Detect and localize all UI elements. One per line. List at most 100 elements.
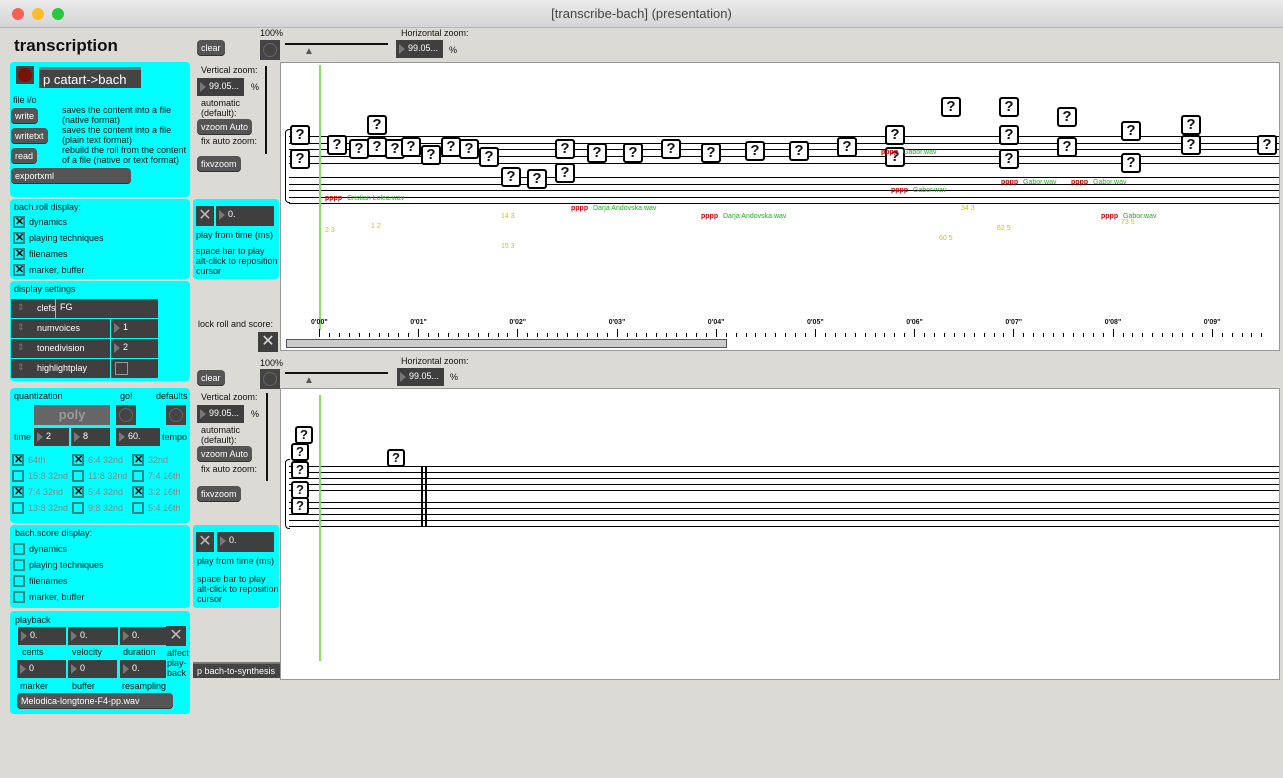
note-unknown-icon[interactable]: ? (459, 139, 479, 159)
note-unknown-icon[interactable]: ? (745, 141, 765, 161)
score-hzoom-slider[interactable] (285, 372, 388, 374)
note-unknown-icon[interactable]: ? (837, 137, 857, 157)
division-checkbox[interactable] (12, 502, 24, 514)
duration-number[interactable]: 0. (120, 627, 166, 645)
patcher-catart-bach[interactable]: p catart->bach (39, 67, 141, 88)
checkbox-playing-techniques[interactable] (13, 559, 25, 571)
note-unknown-icon[interactable]: ? (587, 143, 607, 163)
note-unknown-icon[interactable]: ? (1057, 137, 1077, 157)
note-unknown-icon[interactable]: ? (789, 141, 809, 161)
exportxml-button[interactable]: exportxml (11, 168, 131, 184)
note-unknown-icon[interactable]: ? (290, 125, 310, 145)
write-button[interactable]: write (11, 108, 39, 124)
writetxt-button[interactable]: writetxt (11, 128, 48, 144)
note-unknown-icon[interactable]: ? (701, 143, 721, 163)
note-unknown-icon[interactable]: ? (1181, 135, 1201, 155)
go-button[interactable] (116, 405, 136, 425)
roll-vzoom-slider[interactable] (265, 66, 267, 154)
tempo-number[interactable]: 60. (116, 428, 160, 446)
record-toggle[interactable] (16, 66, 34, 84)
note-unknown-icon[interactable]: ? (367, 115, 387, 135)
note-unknown-icon[interactable]: ? (623, 143, 643, 163)
roll-hzoom-slider-handle[interactable]: ▲ (304, 46, 314, 57)
note-unknown-icon[interactable]: ? (349, 139, 369, 159)
note-unknown-icon[interactable]: ? (1257, 135, 1277, 155)
note-unknown-icon[interactable]: ? (367, 137, 387, 157)
highlightplay-menu[interactable]: highlightplay (11, 359, 110, 378)
division-checkbox[interactable] (72, 470, 84, 482)
roll-play-time[interactable]: 0. (216, 206, 274, 226)
note-unknown-icon[interactable]: ? (295, 426, 313, 444)
note-unknown-icon[interactable]: ? (1121, 153, 1141, 173)
checkbox-filenames[interactable] (13, 575, 25, 587)
checkbox-marker-buffer[interactable] (13, 591, 25, 603)
division-checkbox[interactable]: ✕ (12, 486, 24, 498)
note-unknown-icon[interactable]: ? (291, 461, 309, 479)
read-button[interactable]: read (11, 148, 38, 164)
resampling-number[interactable]: 0. (120, 660, 166, 678)
note-unknown-icon[interactable]: ? (941, 97, 961, 117)
velocity-number[interactable]: 0. (68, 627, 118, 645)
marker-number[interactable]: 0 (17, 660, 66, 678)
note-unknown-icon[interactable]: ? (555, 139, 575, 159)
note-unknown-icon[interactable]: ? (555, 163, 575, 183)
time-numerator[interactable]: 2 (34, 428, 69, 446)
note-unknown-icon[interactable]: ? (327, 135, 347, 155)
division-checkbox[interactable] (132, 502, 144, 514)
division-checkbox[interactable] (72, 502, 84, 514)
cents-number[interactable]: 0. (18, 627, 66, 645)
tonedivision-value[interactable]: 2 (111, 339, 158, 358)
numvoices-menu[interactable]: numvoices (11, 319, 110, 338)
division-checkbox[interactable]: ✕ (132, 486, 144, 498)
tonedivision-menu[interactable]: tonedivision (11, 339, 110, 358)
score-clear-button[interactable]: clear (197, 370, 225, 386)
note-unknown-icon[interactable]: ? (290, 149, 310, 169)
roll-vzoom-number[interactable]: 99.05... (197, 78, 244, 96)
lock-roll-score-toggle[interactable]: ✕ (258, 332, 278, 352)
score-vzoom-slider[interactable] (266, 393, 268, 481)
checkbox-marker-buffer[interactable]: ✕ (13, 264, 25, 276)
note-unknown-icon[interactable]: ? (885, 125, 905, 145)
note-unknown-icon[interactable]: ? (387, 449, 405, 467)
roll-zoom-reset-button[interactable] (260, 40, 280, 60)
roll-hzoom-number[interactable]: 99.05... (396, 40, 443, 58)
roll-vzoom-auto-button[interactable]: vzoom Auto (197, 119, 253, 135)
defaults-button[interactable] (166, 405, 186, 425)
note-unknown-icon[interactable]: ? (421, 145, 441, 165)
note-unknown-icon[interactable]: ? (1057, 107, 1077, 127)
note-unknown-icon[interactable]: ? (999, 149, 1019, 169)
time-denominator[interactable]: 8 (71, 428, 110, 446)
score-zoom-reset-button[interactable] (260, 369, 280, 389)
score-vzoom-number[interactable]: 99.05... (197, 405, 244, 423)
clefs-menu[interactable]: clefs (11, 299, 56, 318)
division-checkbox[interactable] (12, 470, 24, 482)
score-hzoom-number[interactable]: 99.05... (397, 368, 444, 386)
note-unknown-icon[interactable]: ? (501, 167, 521, 187)
division-checkbox[interactable]: ✕ (72, 454, 84, 466)
note-unknown-icon[interactable]: ? (479, 147, 499, 167)
checkbox-filenames[interactable]: ✕ (13, 248, 25, 260)
checkbox-playing-techniques[interactable]: ✕ (13, 232, 25, 244)
buffer-number[interactable]: 0 (68, 660, 117, 678)
division-checkbox[interactable]: ✕ (12, 454, 24, 466)
note-unknown-icon[interactable]: ? (291, 443, 309, 461)
checkbox-dynamics[interactable]: ✕ (13, 216, 25, 228)
bach-score[interactable]: ?????? (280, 388, 1280, 680)
roll-play-toggle[interactable]: ✕ (196, 206, 214, 226)
roll-hzoom-slider[interactable] (285, 43, 388, 45)
note-unknown-icon[interactable]: ? (441, 137, 461, 157)
note-unknown-icon[interactable]: ? (1121, 121, 1141, 141)
roll-fixvzoom-button[interactable]: fixvzoom (197, 156, 241, 172)
note-unknown-icon[interactable]: ? (527, 169, 547, 189)
score-play-time[interactable]: 0. (217, 532, 274, 552)
numvoices-value[interactable]: 1 (111, 319, 158, 338)
highlightplay-checkbox[interactable] (115, 362, 128, 375)
sample-file-menu[interactable]: Melodica-longtone-F4-pp.wav (17, 693, 173, 709)
clefs-value[interactable]: FG (56, 299, 158, 318)
play-cursor[interactable] (319, 65, 321, 330)
play-cursor[interactable] (319, 395, 321, 661)
checkbox-dynamics[interactable] (13, 543, 25, 555)
poly-button[interactable]: poly (34, 405, 110, 425)
affect-playback-toggle[interactable]: ✕ (166, 626, 186, 646)
note-unknown-icon[interactable]: ? (401, 137, 421, 157)
